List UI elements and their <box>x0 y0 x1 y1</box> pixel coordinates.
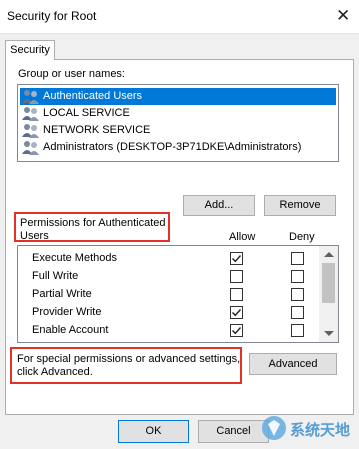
permission-name: Full Write <box>32 270 79 282</box>
permission-name: Partial Write <box>32 288 92 300</box>
add-button[interactable]: Add... <box>183 195 255 216</box>
user-item-authenticated-users[interactable]: Authenticated Users <box>20 88 336 105</box>
special-permissions-line2: click Advanced. <box>17 366 93 378</box>
scroll-thumb[interactable] <box>322 263 335 303</box>
user-group-icon <box>22 90 39 104</box>
user-item-network-service[interactable]: NETWORK SERVICE <box>20 122 336 139</box>
user-name: NETWORK SERVICE <box>43 124 151 136</box>
user-group-icon <box>22 107 39 121</box>
permission-row: Provider Write <box>18 304 320 322</box>
window-title: Security for Root <box>7 9 97 23</box>
deny-checkbox[interactable] <box>291 270 304 283</box>
user-name: Administrators (DESKTOP-3P71DKE\Administ… <box>43 141 302 153</box>
user-name: Authenticated Users <box>43 90 143 102</box>
permissions-list[interactable]: Execute Methods Full Write Partial Write Pr… <box>17 245 339 343</box>
tab-security-label: Security <box>10 44 50 56</box>
permission-row: Partial Write <box>18 286 320 304</box>
permission-row: Enable Account <box>18 322 320 340</box>
deny-header: Deny <box>289 231 315 243</box>
permissions-label-line2: Users <box>20 230 49 242</box>
allow-checkbox[interactable] <box>230 252 243 265</box>
permission-name: Enable Account <box>32 324 109 336</box>
permission-name: Execute Methods <box>32 252 117 264</box>
tab-security[interactable]: Security <box>5 40 55 60</box>
user-group-icon <box>22 124 39 138</box>
cancel-button[interactable]: Cancel <box>198 420 269 443</box>
advanced-button[interactable]: Advanced <box>249 353 337 375</box>
group-names-label: Group or user names: <box>18 68 125 80</box>
allow-checkbox[interactable] <box>230 324 243 337</box>
watermark-text: 系统天地 <box>290 421 351 439</box>
user-item-administrators[interactable]: Administrators (DESKTOP-3P71DKE\Administ… <box>20 139 336 156</box>
special-permissions-line1: For special permissions or advanced sett… <box>17 353 241 365</box>
deny-checkbox[interactable] <box>291 288 304 301</box>
ok-button[interactable]: OK <box>118 420 189 443</box>
scroll-down-icon[interactable] <box>324 331 334 336</box>
title-bar: Security for Root ✕ <box>0 0 359 34</box>
deny-checkbox[interactable] <box>291 324 304 337</box>
allow-checkbox[interactable] <box>230 288 243 301</box>
permissions-scrollbar[interactable] <box>319 246 338 342</box>
permission-row: Full Write <box>18 268 320 286</box>
user-group-icon <box>22 141 39 155</box>
permission-row: Execute Methods <box>18 250 320 268</box>
permission-name: Provider Write <box>32 306 102 318</box>
users-list[interactable]: Authenticated Users LOCAL SERVICE NETWOR… <box>17 84 339 162</box>
permissions-label-line1: Permissions for Authenticated <box>20 217 166 229</box>
scroll-up-icon[interactable] <box>324 252 334 257</box>
user-name: LOCAL SERVICE <box>43 107 130 119</box>
allow-checkbox[interactable] <box>230 270 243 283</box>
allow-checkbox[interactable] <box>230 306 243 319</box>
allow-header: Allow <box>229 231 256 243</box>
deny-checkbox[interactable] <box>291 252 304 265</box>
watermark-logo: 系统天地 <box>260 410 358 446</box>
user-item-local-service[interactable]: LOCAL SERVICE <box>20 105 336 122</box>
remove-button[interactable]: Remove <box>264 195 336 216</box>
close-icon[interactable]: ✕ <box>336 6 350 26</box>
deny-checkbox[interactable] <box>291 306 304 319</box>
